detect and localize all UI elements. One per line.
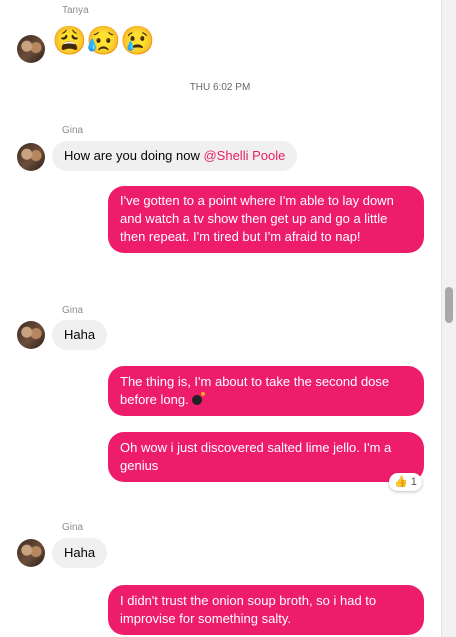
incoming-message[interactable]: Haha	[52, 320, 108, 350]
scroll-thumb[interactable]	[445, 287, 453, 323]
avatar[interactable]	[17, 143, 45, 171]
reaction-count: 1	[410, 476, 417, 488]
chat-thread: Tanya 😩 😥 😢 THU 6:02 PM Gina How are you…	[0, 0, 440, 637]
message-text: How are you doing now	[64, 148, 200, 163]
emoji-sad-relieved: 😥	[86, 25, 121, 56]
emoji-weary: 😩	[52, 25, 87, 56]
outgoing-message[interactable]: I've gotten to a point where I'm able to…	[108, 186, 424, 253]
avatar[interactable]	[17, 539, 45, 567]
avatar[interactable]	[17, 321, 45, 349]
scrollbar[interactable]	[441, 0, 456, 637]
sender-name: Tanya	[62, 5, 89, 16]
sender-name: Gina	[62, 522, 84, 533]
message-text: The thing is, I'm about to take the seco…	[120, 374, 390, 407]
incoming-message[interactable]: Haha	[52, 538, 108, 568]
thumbs-up-icon: 👍	[394, 476, 408, 488]
incoming-message[interactable]: How are you doing now @Shelli Poole	[52, 141, 298, 171]
outgoing-message[interactable]: Oh wow i just discovered salted lime jel…	[108, 432, 424, 482]
outgoing-message[interactable]: The thing is, I'm about to take the seco…	[108, 366, 424, 416]
emoji-crying: 😢	[120, 25, 155, 56]
sender-name: Gina	[62, 305, 84, 316]
sender-name: Gina	[62, 125, 84, 136]
bomb-icon	[191, 392, 205, 405]
avatar[interactable]	[17, 35, 45, 63]
mention-link[interactable]: @Shelli Poole	[203, 148, 285, 163]
message-timestamp: THU 6:02 PM	[189, 82, 251, 93]
reaction-badge[interactable]: 👍 1	[389, 473, 422, 491]
outgoing-message[interactable]: I didn't trust the onion soup broth, so …	[108, 585, 424, 635]
